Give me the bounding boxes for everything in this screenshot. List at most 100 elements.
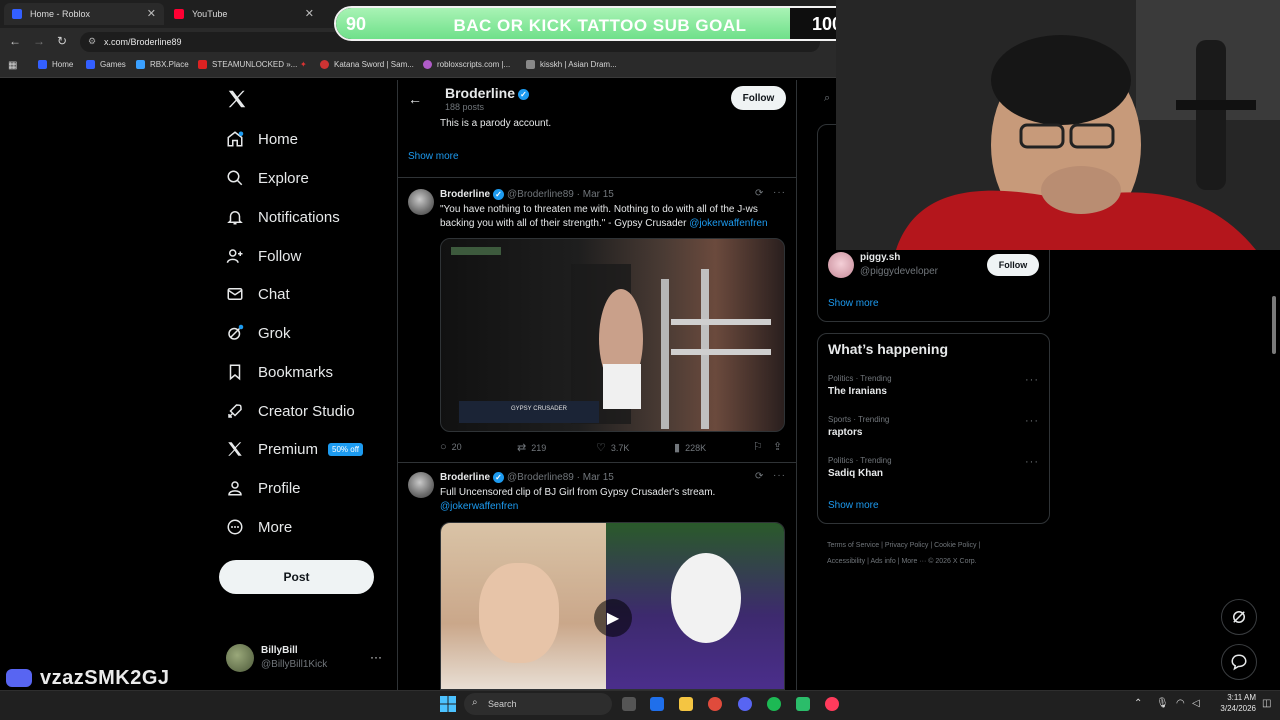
tweet-author[interactable]: Broderline ✓: [440, 189, 505, 200]
discord-app-icon[interactable]: [738, 697, 752, 711]
suggested-name[interactable]: piggy.sh: [860, 252, 900, 263]
more-icon[interactable]: ···: [773, 187, 786, 198]
play-icon[interactable]: ▶: [594, 599, 632, 637]
tab-youtube[interactable]: YouTube ✕: [166, 3, 322, 25]
tab-roblox[interactable]: Home - Roblox ✕: [4, 3, 164, 25]
discord-watermark: vzazSMK2GJ: [6, 666, 170, 690]
mention-link[interactable]: @jokerwaffenfren: [440, 501, 518, 512]
section-title: What’s happening: [828, 341, 949, 357]
taskbar-search[interactable]: ⌕ Search: [464, 693, 612, 715]
chrome-icon[interactable]: [708, 697, 722, 711]
grok-explain-icon[interactable]: ⟳: [755, 471, 763, 482]
avatar[interactable]: [408, 472, 434, 498]
nav-explore[interactable]: Explore: [226, 165, 309, 191]
like-button[interactable]: ♡ 3.7K: [596, 441, 629, 454]
divider: [397, 462, 797, 463]
grok-fab[interactable]: [1221, 599, 1257, 635]
bookmark-kisskh[interactable]: kisskh | Asian Dram...: [526, 60, 617, 69]
tweet-video[interactable]: GYPSY CRUSADER: [440, 238, 785, 432]
bookmark-steamunlocked[interactable]: STEAMUNLOCKED »...: [198, 60, 297, 69]
footer-links[interactable]: Accessibility | Ads info | More ··· © 20…: [827, 554, 1049, 570]
bookmark-extra-icon[interactable]: ✦: [300, 60, 307, 69]
close-tab-icon[interactable]: ✕: [147, 7, 156, 20]
opera-icon[interactable]: [825, 697, 839, 711]
trend-item[interactable]: The Iranians: [828, 386, 887, 397]
bookmark-games[interactable]: Games: [86, 60, 126, 69]
nav-grok[interactable]: Grok: [226, 320, 291, 346]
follow-button[interactable]: Follow: [731, 86, 786, 110]
back-arrow-icon[interactable]: ←: [408, 91, 422, 107]
bookmark-rbxplace[interactable]: RBX.Place: [136, 60, 189, 69]
bookmark-katana[interactable]: Katana Sword | Sam...: [320, 60, 414, 69]
share-button[interactable]: ⇪: [773, 440, 787, 453]
reply-button[interactable]: ○ 20: [440, 441, 462, 453]
avatar: [226, 644, 254, 672]
mention-link[interactable]: @jokerwaffenfren: [689, 218, 767, 229]
system-clock[interactable]: 3:11 AM 3/24/2026: [1210, 692, 1256, 714]
repost-icon: ⇄: [517, 442, 527, 454]
nav-bookmarks[interactable]: Bookmarks: [226, 359, 333, 385]
site-info-icon[interactable]: ⚙: [88, 36, 96, 47]
more-icon[interactable]: ···: [1025, 374, 1039, 386]
task-view-icon[interactable]: [622, 697, 636, 711]
more-icon[interactable]: ···: [1025, 456, 1039, 468]
trend-item[interactable]: Sadiq Khan: [828, 468, 883, 479]
account-switcher[interactable]: BillyBill @BillyBill1Kick ···: [226, 644, 386, 674]
avatar[interactable]: [828, 252, 854, 278]
x-logo-icon[interactable]: [226, 88, 248, 110]
bookmark-button[interactable]: ⚐: [753, 440, 768, 453]
nav-creator-studio[interactable]: Creator Studio: [226, 398, 355, 424]
scrollbar-thumb[interactable]: [1272, 296, 1276, 354]
apps-grid-icon[interactable]: ▦: [8, 60, 17, 71]
chevron-up-icon[interactable]: ⌃: [1134, 698, 1142, 709]
nav-premium[interactable]: Premium 50% off: [226, 436, 363, 462]
nav-more[interactable]: More: [226, 514, 292, 540]
app-icon[interactable]: [650, 697, 664, 711]
taskbar-search-label: Search: [488, 699, 517, 709]
forward-icon[interactable]: →: [33, 34, 45, 48]
bookmark-favicon: [86, 60, 95, 69]
nav-notifications[interactable]: Notifications: [226, 204, 340, 230]
bookmark-icon: [226, 363, 244, 381]
bookmark-robloxscripts[interactable]: robloxscripts.com |...: [423, 60, 510, 69]
nav-home[interactable]: Home: [226, 126, 298, 152]
volume-icon[interactable]: ◁: [1192, 698, 1200, 709]
spotify-icon[interactable]: [767, 697, 781, 711]
show-more-link[interactable]: Show more: [828, 500, 879, 511]
nav-label: Premium: [258, 440, 319, 458]
app-icon[interactable]: [796, 697, 810, 711]
tweet-author[interactable]: Broderline ✓: [440, 472, 505, 483]
windows-start-icon[interactable]: [440, 696, 456, 712]
more-icon[interactable]: ···: [1025, 415, 1039, 427]
nav-profile[interactable]: Profile: [226, 475, 301, 501]
legal-footer[interactable]: Terms of Service | Privacy Policy | Cook…: [827, 538, 1049, 570]
nav-chat[interactable]: Chat: [226, 281, 290, 307]
repost-button[interactable]: ⇄ 219: [517, 441, 546, 454]
tweet-video[interactable]: ▶: [440, 522, 785, 690]
bookmark-home[interactable]: Home: [38, 60, 73, 69]
wifi-icon[interactable]: ◠: [1176, 698, 1185, 709]
notification-icon[interactable]: ◫: [1262, 698, 1271, 709]
footer-links[interactable]: Terms of Service | Privacy Policy | Cook…: [827, 538, 1049, 554]
nav-follow[interactable]: Follow: [226, 243, 301, 269]
messages-fab[interactable]: [1221, 644, 1257, 680]
url-text: x.com/Broderline89: [104, 37, 182, 47]
views-button[interactable]: ▮ 228K: [674, 441, 706, 454]
grok-explain-icon[interactable]: ⟳: [755, 188, 763, 199]
more-icon[interactable]: ···: [370, 650, 382, 664]
microphone-icon[interactable]: 🎙: [1156, 698, 1169, 709]
search-icon[interactable]: ⌕: [824, 92, 830, 105]
follow-button[interactable]: Follow: [987, 254, 1039, 276]
close-tab-icon[interactable]: ✕: [305, 7, 314, 20]
trend-item[interactable]: raptors: [828, 427, 862, 438]
reload-icon[interactable]: ↻: [57, 34, 67, 48]
avatar[interactable]: [408, 189, 434, 215]
show-more-link[interactable]: Show more: [828, 298, 879, 309]
bookmark-label: Katana Sword | Sam...: [334, 60, 414, 69]
post-button[interactable]: Post: [219, 560, 374, 594]
file-explorer-icon[interactable]: [679, 697, 693, 711]
show-more-link[interactable]: Show more: [408, 151, 459, 162]
back-icon[interactable]: ←: [9, 34, 21, 48]
bookmark-favicon: [198, 60, 207, 69]
more-icon[interactable]: ···: [773, 470, 786, 481]
